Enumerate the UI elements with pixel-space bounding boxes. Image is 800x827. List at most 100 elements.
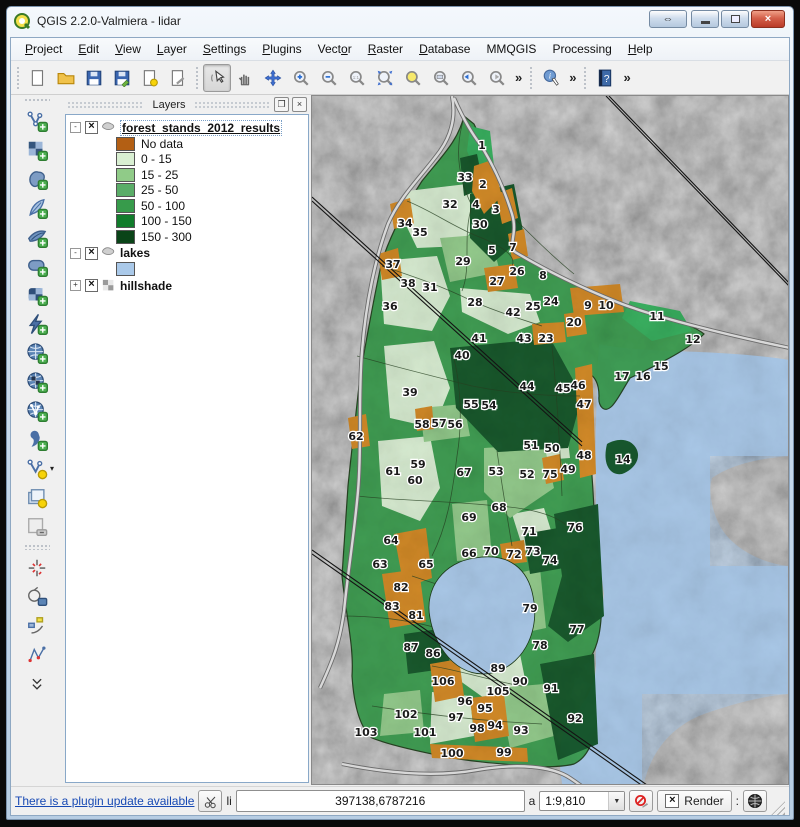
menu-layer[interactable]: Layer — [149, 39, 195, 59]
add-raster-layer-button[interactable] — [22, 135, 52, 164]
current-edits-button[interactable] — [22, 553, 52, 582]
stand-label: 41 — [471, 332, 486, 345]
menu-vector[interactable]: Vector — [310, 39, 360, 59]
offset-curve-button[interactable] — [22, 611, 52, 640]
layer-name[interactable]: lakes — [120, 246, 150, 260]
scale-combobox[interactable]: 1:9,810 ▼ — [539, 791, 625, 811]
menu-help[interactable]: Help — [620, 39, 661, 59]
zoom-to-selection-button[interactable] — [399, 64, 427, 92]
menu-view[interactable]: View — [107, 39, 149, 59]
stand-label: 92 — [567, 712, 582, 725]
reshape-features-button[interactable] — [22, 640, 52, 669]
toolbar-grip[interactable] — [24, 98, 50, 103]
close-button[interactable]: × — [751, 10, 785, 28]
mssql-icon — [26, 226, 48, 248]
plugin-update-button[interactable] — [198, 790, 222, 812]
add-vector-layer-button[interactable] — [22, 106, 52, 135]
maximize-button[interactable] — [721, 10, 749, 28]
window-resize-grip[interactable] — [771, 801, 785, 815]
toolbar-grip[interactable] — [16, 66, 21, 90]
pan-to-selection-button[interactable] — [259, 64, 287, 92]
coordinate-display[interactable]: 397138,6787216 — [236, 790, 525, 812]
composer-manager-button[interactable] — [164, 64, 192, 92]
crs-status-button[interactable] — [743, 790, 767, 812]
zoom-next-button[interactable] — [483, 64, 511, 92]
menu-edit[interactable]: Edit — [70, 39, 107, 59]
toolbar-overflow-button[interactable] — [22, 669, 52, 698]
pan-map-button[interactable] — [231, 64, 259, 92]
zoom-to-layer-button[interactable] — [427, 64, 455, 92]
toolbar-overflow-chevron[interactable]: » — [511, 70, 526, 85]
add-oracle-georaster-button[interactable] — [22, 280, 52, 309]
zoom-last-button[interactable] — [455, 64, 483, 92]
expander-icon[interactable]: + — [70, 280, 81, 291]
remove-layer-button[interactable] — [22, 512, 52, 541]
add-mssql-layer-button[interactable] — [22, 222, 52, 251]
add-sqlanywhere-layer-button[interactable] — [22, 309, 52, 338]
menu-mmqgis[interactable]: MMQGIS — [478, 39, 544, 59]
zoom-out-button[interactable] — [315, 64, 343, 92]
layer-visibility-checkbox[interactable]: × — [85, 121, 98, 134]
identify-button[interactable]: i — [537, 64, 565, 92]
save-project-button[interactable] — [80, 64, 108, 92]
layer-row-forest_stands_2012_results[interactable]: -× forest_stands_2012_results — [70, 119, 308, 136]
add-oracle-layer-button[interactable] — [22, 251, 52, 280]
plugin-update-link[interactable]: There is a plugin update available — [15, 794, 194, 808]
menu-project[interactable]: Project — [17, 39, 70, 59]
expander-icon[interactable]: - — [70, 248, 81, 259]
floppy-icon — [85, 69, 103, 87]
menu-database[interactable]: Database — [411, 39, 478, 59]
open-project-button[interactable] — [52, 64, 80, 92]
stand-label: 78 — [532, 639, 547, 652]
minimize-button[interactable] — [691, 10, 719, 28]
close-panel-button[interactable]: × — [292, 97, 307, 112]
new-spatialite-layer-button[interactable] — [22, 483, 52, 512]
toolbar-grip[interactable] — [583, 66, 588, 90]
layer-visibility-checkbox[interactable]: × — [85, 279, 98, 292]
add-wms-layer-button[interactable] — [22, 338, 52, 367]
menu-plugins[interactable]: Plugins — [254, 39, 309, 59]
stand-label: 51 — [523, 439, 538, 452]
menu-settings[interactable]: Settings — [195, 39, 254, 59]
chevron-down-icon[interactable]: ▾ — [50, 464, 54, 473]
add-spatialite-layer-button[interactable] — [22, 193, 52, 222]
map-canvas[interactable]: 1234578910111214151617202324252627282930… — [311, 95, 789, 785]
double-arrow-button[interactable]: ⇔ — [649, 10, 687, 28]
toolbar-grip[interactable] — [195, 66, 200, 90]
add-wcs-layer-button[interactable] — [22, 367, 52, 396]
stand-label: 9 — [584, 299, 592, 312]
layer-row-hillshade[interactable]: + × hillshade — [70, 277, 308, 294]
layer-visibility-checkbox[interactable]: × — [85, 247, 98, 260]
layer-name[interactable]: forest_stands_2012_results — [120, 120, 282, 136]
add-postgis-layer-button[interactable] — [22, 164, 52, 193]
toolbar-overflow-chevron[interactable]: » — [565, 70, 580, 85]
menu-processing[interactable]: Processing — [544, 39, 619, 59]
new-project-button[interactable] — [24, 64, 52, 92]
layer-row-lakes[interactable]: -× lakes — [70, 245, 308, 262]
new-shapefile-layer-button[interactable]: ▾ — [22, 454, 52, 483]
render-toggle[interactable]: × Render — [657, 790, 731, 812]
zoom-full-button[interactable] — [371, 64, 399, 92]
zoom-native-button[interactable]: 1:1 — [343, 64, 371, 92]
zoom-out-icon — [320, 69, 338, 87]
save-project-as-button[interactable] — [108, 64, 136, 92]
chevron-down-icon[interactable]: ▼ — [608, 792, 624, 810]
layer-name[interactable]: hillshade — [120, 279, 172, 293]
new-composer-button[interactable] — [136, 64, 164, 92]
toolbar-grip[interactable] — [529, 66, 534, 90]
help-contents-button[interactable]: ? — [591, 64, 619, 92]
float-panel-button[interactable]: ❐ — [274, 97, 289, 112]
zoom-in-button[interactable] — [287, 64, 315, 92]
expander-icon[interactable]: - — [70, 122, 81, 133]
add-delimited-text-button[interactable] — [22, 425, 52, 454]
title-bar[interactable]: QGIS 2.2.0-Valmiera - lidar ⇔ × — [7, 7, 793, 35]
legend-swatch — [116, 262, 135, 276]
menu-raster[interactable]: Raster — [360, 39, 411, 59]
layers-panel-header[interactable]: Layers ❐ × — [63, 95, 311, 114]
toolbar-overflow-chevron[interactable]: » — [619, 70, 634, 85]
touch-zoom-pan-button[interactable] — [203, 64, 231, 92]
render-checkbox[interactable]: × — [665, 794, 679, 808]
add-wfs-layer-button[interactable] — [22, 396, 52, 425]
rotate-feature-button[interactable] — [22, 582, 52, 611]
stop-rendering-button[interactable] — [629, 790, 653, 812]
